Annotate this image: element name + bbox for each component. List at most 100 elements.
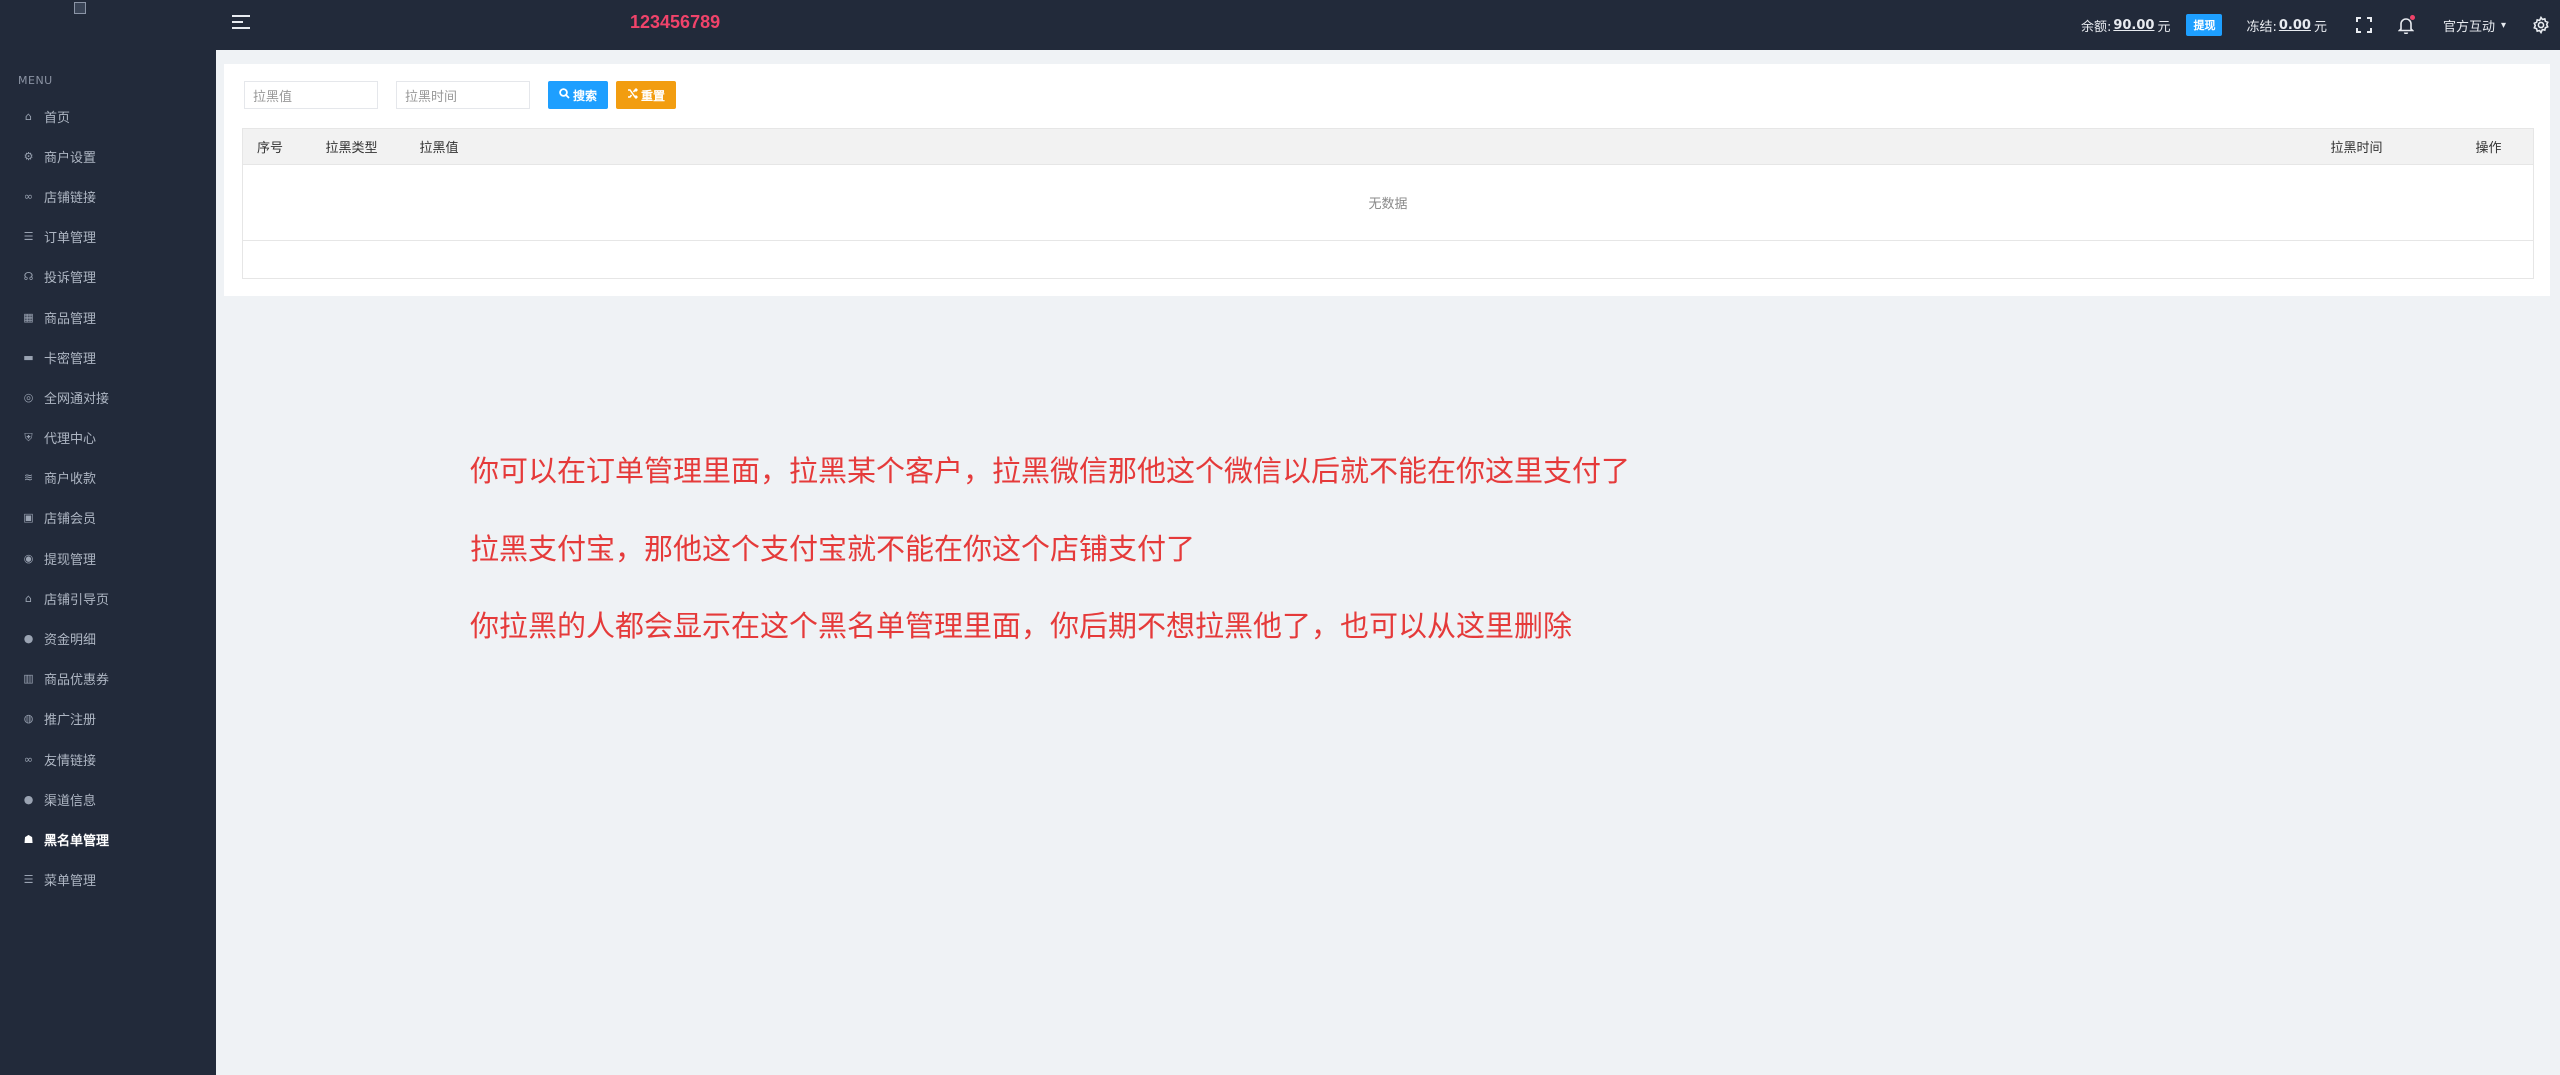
blacklist-icon: ☗ bbox=[23, 832, 34, 846]
shield-icon: ⛨ bbox=[24, 430, 33, 444]
settings-gear-icon[interactable] bbox=[2530, 14, 2552, 36]
coin-icon: ◉ bbox=[23, 551, 34, 565]
sidebar-item-label: 商品管理 bbox=[44, 311, 97, 327]
user-name: 官方互动 bbox=[2442, 19, 2495, 35]
shop-icon: ⌂ bbox=[25, 591, 32, 605]
header-right: 余额: 90.00 元 提现 冻结: 0.00 元 官方互动 ▾ bbox=[2081, 0, 2560, 50]
headset-icon: ☊ bbox=[23, 270, 34, 284]
sidebar-item-label: 商户设置 bbox=[44, 150, 97, 166]
sidebar-item[interactable]: ⌂ 店铺引导页 bbox=[0, 578, 216, 618]
sidebar-item[interactable]: ● 渠道信息 bbox=[0, 779, 216, 819]
cash-icon: ≋ bbox=[23, 471, 34, 485]
globe-icon: ◎ bbox=[23, 390, 34, 404]
column-header-value[interactable]: 拉黑值 bbox=[405, 128, 2317, 165]
broken-image-icon bbox=[74, 2, 86, 14]
menu-title: MENU bbox=[18, 74, 53, 87]
link-icon: ∞ bbox=[23, 752, 34, 766]
sidebar-item-label: 友情链接 bbox=[44, 753, 97, 769]
sidebar-item[interactable]: ⛨ 代理中心 bbox=[0, 418, 216, 458]
sidebar: MENU ⌂ 首页 ⚙ 商户设置 ∞ 店铺链接 ☰ 订单管理 ☊ 投诉管理 ▦ 商品管理 ▬ 卡密管理 ◎ 全… bbox=[0, 0, 216, 1075]
sidebar-item-label: 菜单管理 bbox=[44, 874, 97, 890]
sidebar-item[interactable]: ▦ 商品管理 bbox=[0, 297, 216, 337]
menu-icon: ☰ bbox=[23, 873, 34, 887]
reset-button-label: 重置 bbox=[641, 88, 666, 103]
sidebar-item[interactable]: ≋ 商户收款 bbox=[0, 458, 216, 498]
sidebar-item-label: 资金明细 bbox=[44, 633, 97, 649]
sidebar-menu: ⌂ 首页 ⚙ 商户设置 ∞ 店铺链接 ☰ 订单管理 ☊ 投诉管理 ▦ 商品管理 ▬ 卡密管理 ◎ 全网通对接 ⛨… bbox=[0, 96, 216, 900]
sidebar-item[interactable]: ▬ 卡密管理 bbox=[0, 337, 216, 377]
search-button[interactable]: 搜索 bbox=[548, 81, 609, 109]
table-footer bbox=[242, 240, 2534, 279]
member-icon: ▣ bbox=[23, 511, 34, 525]
brand-number: 123456789 bbox=[630, 12, 721, 32]
empty-state-text: 无数据 bbox=[242, 164, 2534, 241]
gear-icon: ⚙ bbox=[23, 149, 34, 163]
hamburger-menu-icon[interactable] bbox=[232, 15, 250, 33]
blacklist-panel: 拉黑值 拉黑时间 搜索 重置 序号 拉黑类型 拉黑值 拉黑时间 操作 无数据 bbox=[224, 64, 2550, 296]
sidebar-item-label: 卡密管理 bbox=[44, 351, 97, 367]
table-footer-row bbox=[242, 240, 2534, 279]
bell-icon[interactable] bbox=[2395, 14, 2417, 36]
frozen-unit: 元 bbox=[2313, 19, 2327, 35]
reset-button[interactable]: 重置 bbox=[616, 81, 677, 109]
sidebar-item-label: 全网通对接 bbox=[44, 391, 110, 407]
balance-label: 余额: bbox=[2080, 19, 2112, 35]
sidebar-item[interactable]: ● 资金明细 bbox=[0, 618, 216, 658]
chevron-down-icon: ▾ bbox=[2500, 19, 2506, 31]
user-menu[interactable]: 官方互动 ▾ bbox=[2443, 16, 2506, 35]
annotation-notes: 你可以在订单管理里面，拉黑某个客户，拉黑微信那他这个微信以后就不能在你这里支付了… bbox=[470, 449, 1630, 682]
sidebar-item-label: 订单管理 bbox=[44, 231, 97, 247]
sidebar-item-label: 店铺引导页 bbox=[44, 592, 110, 608]
sidebar-item[interactable]: ▥ 商品优惠券 bbox=[0, 659, 216, 699]
column-header-type[interactable]: 拉黑类型 bbox=[311, 128, 406, 165]
sidebar-item-label: 黑名单管理 bbox=[44, 833, 110, 849]
blacklist-value-input[interactable]: 拉黑值 bbox=[244, 81, 378, 109]
empty-row: 无数据 bbox=[242, 164, 2534, 241]
blacklist-table: 序号 拉黑类型 拉黑值 拉黑时间 操作 无数据 bbox=[242, 128, 2534, 279]
sidebar-item[interactable]: ☊ 投诉管理 bbox=[0, 257, 216, 297]
top-header: 123456789 余额: 90.00 元 提现 冻结: 0.00 元 官方互动… bbox=[216, 0, 2560, 50]
balance-value[interactable]: 90.00 bbox=[2113, 18, 2154, 33]
sidebar-item[interactable]: ▣ 店铺会员 bbox=[0, 498, 216, 538]
sidebar-item-label: 提现管理 bbox=[44, 552, 97, 568]
money-icon: ● bbox=[23, 632, 34, 646]
sidebar-item[interactable]: ☰ 菜单管理 bbox=[0, 860, 216, 900]
card-icon: ▬ bbox=[23, 350, 34, 364]
sidebar-item-label: 店铺会员 bbox=[44, 512, 97, 528]
link-icon: ∞ bbox=[23, 189, 34, 203]
sidebar-item-label: 渠道信息 bbox=[44, 793, 97, 809]
sidebar-item[interactable]: ☰ 订单管理 bbox=[0, 217, 216, 257]
notification-dot bbox=[2409, 15, 2415, 20]
sidebar-item[interactable]: ∞ 店铺链接 bbox=[0, 176, 216, 216]
balance-unit: 元 bbox=[2157, 19, 2171, 35]
search-form: 拉黑值 拉黑时间 搜索 重置 bbox=[244, 81, 677, 109]
column-header-index[interactable]: 序号 bbox=[242, 128, 312, 165]
sidebar-item[interactable]: ⚙ 商户设置 bbox=[0, 136, 216, 176]
fullscreen-icon[interactable] bbox=[2353, 14, 2375, 36]
sidebar-item[interactable]: ☗ 黑名单管理 bbox=[0, 819, 216, 859]
sidebar-item[interactable]: ◎ 全网通对接 bbox=[0, 377, 216, 417]
blacklist-time-input[interactable]: 拉黑时间 bbox=[396, 81, 530, 109]
sidebar-item-label: 店铺链接 bbox=[44, 190, 97, 206]
sidebar-item[interactable]: ◍ 推广注册 bbox=[0, 699, 216, 739]
sidebar-item-label: 商户收款 bbox=[44, 472, 97, 488]
withdraw-button[interactable]: 提现 bbox=[2186, 14, 2223, 36]
sidebar-item-label: 首页 bbox=[44, 110, 71, 126]
sidebar-item-label: 商品优惠券 bbox=[44, 673, 110, 689]
sidebar-item[interactable]: ∞ 友情链接 bbox=[0, 739, 216, 779]
shuffle-icon bbox=[627, 87, 639, 102]
note-line: 你拉黑的人都会显示在这个黑名单管理里面，你后期不想拉黑他了，也可以从这里删除 bbox=[470, 609, 1573, 643]
promo-icon: ◍ bbox=[23, 712, 34, 726]
sidebar-item-label: 代理中心 bbox=[44, 432, 97, 448]
logo[interactable] bbox=[74, 2, 144, 40]
search-icon bbox=[559, 88, 570, 102]
sidebar-item-label: 推广注册 bbox=[44, 713, 97, 729]
column-header-actions: 操作 bbox=[2461, 128, 2534, 165]
sidebar-item[interactable]: ◉ 提现管理 bbox=[0, 538, 216, 578]
search-button-label: 搜索 bbox=[573, 88, 598, 103]
column-header-time[interactable]: 拉黑时间 bbox=[2316, 128, 2462, 165]
note-line: 拉黑支付宝，那他这个支付宝就不能在你这个店铺支付了 bbox=[470, 531, 1196, 566]
frozen-value[interactable]: 0.00 bbox=[2279, 18, 2311, 33]
sidebar-item-label: 投诉管理 bbox=[44, 271, 97, 287]
sidebar-item[interactable]: ⌂ 首页 bbox=[0, 96, 216, 136]
